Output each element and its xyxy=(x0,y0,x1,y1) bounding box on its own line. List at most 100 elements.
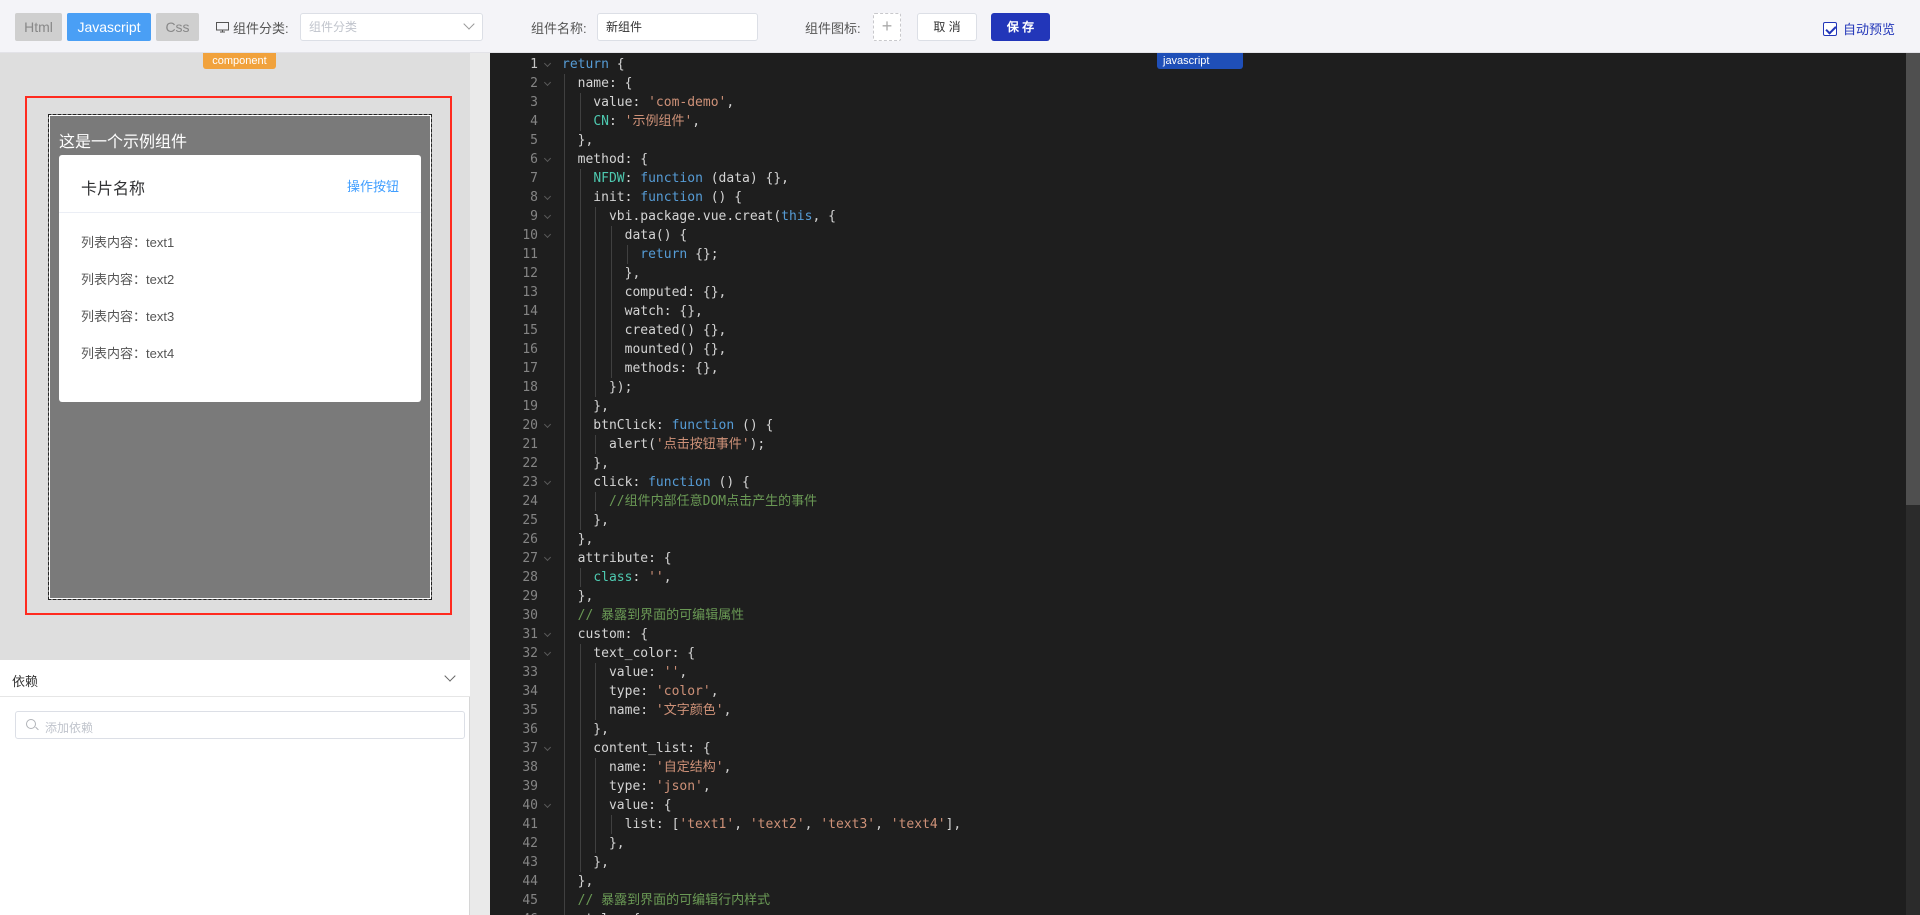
list-item: 列表内容：text4 xyxy=(81,346,175,361)
dependencies-header[interactable]: 依赖 xyxy=(0,660,470,697)
fold-chevron-icon[interactable] xyxy=(543,78,552,87)
indent-guide xyxy=(595,226,597,245)
fold-chevron-icon[interactable] xyxy=(543,192,552,201)
tab-css[interactable]: Css xyxy=(156,13,199,41)
tab-javascript[interactable]: Javascript xyxy=(67,13,151,41)
code-line[interactable]: 35 name: '文字颜色', xyxy=(490,701,1890,720)
code-line[interactable]: 33 value: '', xyxy=(490,663,1890,682)
checkbox-checked-icon[interactable] xyxy=(1823,21,1837,36)
indent-guide xyxy=(595,492,597,511)
add-dependency-input[interactable]: 添加依赖 xyxy=(15,711,465,739)
add-icon-button[interactable]: + xyxy=(873,13,901,41)
code-line[interactable]: 46 style: { xyxy=(490,910,1890,915)
code-line[interactable]: 27 attribute: { xyxy=(490,549,1890,568)
code-editor[interactable]: javascript 1 return {2 name: {3 value: 'c… xyxy=(490,53,1920,915)
fold-chevron-icon[interactable] xyxy=(543,230,552,239)
fold-chevron-icon[interactable] xyxy=(543,648,552,657)
line-number: 12 xyxy=(522,266,538,281)
code-line[interactable]: 13 computed: {}, xyxy=(490,283,1890,302)
code-line[interactable]: 2 name: { xyxy=(490,74,1890,93)
card-action-button[interactable]: 操作按钮 xyxy=(347,176,399,195)
auto-preview-toggle[interactable]: 自动预览 xyxy=(1823,19,1895,38)
save-button[interactable]: 保 存 xyxy=(991,13,1050,41)
code-line[interactable]: 7 NFDW: function (data) {}, xyxy=(490,169,1890,188)
code-text: NFDW: function (data) {}, xyxy=(593,171,789,186)
tab-html[interactable]: Html xyxy=(15,13,62,41)
code-line[interactable]: 14 watch: {}, xyxy=(490,302,1890,321)
code-line[interactable]: 19 }, xyxy=(490,397,1890,416)
cancel-button[interactable]: 取 消 xyxy=(917,13,977,41)
code-line[interactable]: 40 value: { xyxy=(490,796,1890,815)
code-text: content_list: { xyxy=(562,741,711,756)
code-line[interactable]: 4 CN: '示例组件', xyxy=(490,112,1890,131)
indent-guide xyxy=(595,321,597,340)
code-line[interactable]: 17 methods: {}, xyxy=(490,359,1890,378)
code-line[interactable]: 29 }, xyxy=(490,587,1890,606)
indent-guide xyxy=(579,302,581,321)
code-line[interactable]: 39 type: 'json', xyxy=(490,777,1890,796)
code-line[interactable]: 12 }, xyxy=(490,264,1890,283)
code-line[interactable]: 43 }, xyxy=(490,853,1890,872)
editor-scrollbar[interactable] xyxy=(1906,53,1920,915)
code-line[interactable]: 8 init: function () { xyxy=(490,188,1890,207)
code-text: type: 'json', xyxy=(562,779,711,794)
code-line[interactable]: 6 method: { xyxy=(490,150,1890,169)
fold-chevron-icon[interactable] xyxy=(543,743,552,752)
category-select[interactable]: 组件分类 xyxy=(300,13,483,41)
code-line[interactable]: 34 type: 'color', xyxy=(490,682,1890,701)
indent-guide xyxy=(595,663,597,682)
code-line[interactable]: 42 }, xyxy=(490,834,1890,853)
category-label-text: 组件分类: xyxy=(233,21,289,36)
code-line[interactable]: 3 value: 'com-demo', xyxy=(490,93,1890,112)
component-name-input[interactable]: 新组件 xyxy=(597,13,758,41)
code-line[interactable]: 44 }, xyxy=(490,872,1890,891)
indent-guide xyxy=(579,568,581,587)
code-line[interactable]: 21 alert('点击按钮事件'); xyxy=(490,435,1890,454)
code-line[interactable]: 15 created() {}, xyxy=(490,321,1890,340)
code-line[interactable]: 26 }, xyxy=(490,530,1890,549)
code-text: created() {}, xyxy=(562,323,727,338)
fold-chevron-icon[interactable] xyxy=(543,629,552,638)
fold-chevron-icon[interactable] xyxy=(543,420,552,429)
indent-guide xyxy=(595,435,597,454)
indent-guide xyxy=(579,93,581,112)
code-line[interactable]: 18 }); xyxy=(490,378,1890,397)
code-line[interactable]: 16 mounted() {}, xyxy=(490,340,1890,359)
code-line[interactable]: 20 btnClick: function () { xyxy=(490,416,1890,435)
code-line[interactable]: 23 click: function () { xyxy=(490,473,1890,492)
code-line[interactable]: 32 text_color: { xyxy=(490,644,1890,663)
indent-guide xyxy=(564,644,565,663)
scrollbar-thumb[interactable] xyxy=(1906,53,1920,505)
fold-chevron-icon[interactable] xyxy=(543,154,552,163)
fold-chevron-icon[interactable] xyxy=(543,800,552,809)
code-line[interactable]: 25 }, xyxy=(490,511,1890,530)
fold-chevron-icon[interactable] xyxy=(543,553,552,562)
indent-guide xyxy=(564,549,565,568)
code-line[interactable]: 11 return {}; xyxy=(490,245,1890,264)
indent-guide xyxy=(564,511,565,530)
indent-guide xyxy=(579,511,581,530)
code-line[interactable]: 5 }, xyxy=(490,131,1890,150)
indent-guide xyxy=(579,435,581,454)
code-line[interactable]: 38 name: '自定结构', xyxy=(490,758,1890,777)
code-line[interactable]: 10 data() { xyxy=(490,226,1890,245)
code-line[interactable]: 45 // 暴露到界面的可编辑行内样式 xyxy=(490,891,1890,910)
code-line[interactable]: 37 content_list: { xyxy=(490,739,1890,758)
indent-guide xyxy=(595,283,597,302)
code-line[interactable]: 24 //组件内部任意DOM点击产生的事件 xyxy=(490,492,1890,511)
fold-chevron-icon[interactable] xyxy=(543,211,552,220)
fold-chevron-icon[interactable] xyxy=(543,477,552,486)
fold-chevron-icon[interactable] xyxy=(543,59,552,68)
code-line[interactable]: 30 // 暴露到界面的可编辑属性 xyxy=(490,606,1890,625)
chevron-down-icon[interactable] xyxy=(444,670,456,682)
code-line[interactable]: 9 vbi.package.vue.creat(this, { xyxy=(490,207,1890,226)
splitter[interactable] xyxy=(470,53,490,915)
code-line[interactable]: 22 }, xyxy=(490,454,1890,473)
code-line[interactable]: 36 }, xyxy=(490,720,1890,739)
indent-guide xyxy=(564,397,565,416)
code-line[interactable]: 41 list: ['text1', 'text2', 'text3', 'te… xyxy=(490,815,1890,834)
code-line[interactable]: 31 custom: { xyxy=(490,625,1890,644)
code-line[interactable]: 28 class: '', xyxy=(490,568,1890,587)
component-preview[interactable]: 这是一个示例组件 卡片名称 操作按钮 列表内容：text1 列表内容：text2… xyxy=(48,114,432,600)
indent-guide xyxy=(564,720,565,739)
